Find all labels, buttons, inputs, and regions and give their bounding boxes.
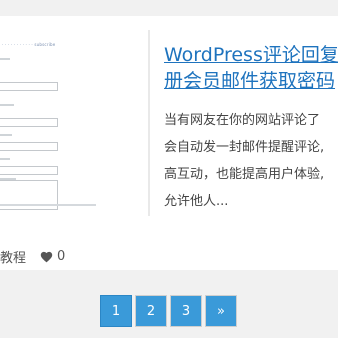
- thumbnail-field-label: [0, 58, 10, 60]
- post-title-link[interactable]: WordPress评论回复 册会员邮件获取密码: [164, 42, 338, 94]
- post-meta: 教程 0: [0, 247, 65, 266]
- pagination: 1 2 3 »: [100, 295, 240, 327]
- excerpt-line: 高互动，也能提高用户体验,: [164, 167, 325, 182]
- like-count: 0: [57, 249, 66, 264]
- page-button-3[interactable]: 3: [170, 295, 202, 327]
- page-button-1[interactable]: 1: [100, 295, 132, 327]
- post-title-line[interactable]: 册会员邮件获取密码: [164, 68, 338, 94]
- post-title-line[interactable]: WordPress评论回复: [164, 42, 338, 68]
- thumbnail-input: [0, 142, 58, 151]
- excerpt-line: 当有网友在你的网站评论了: [164, 113, 321, 128]
- page-button-2[interactable]: 2: [135, 295, 167, 327]
- thumbnail-field-label: [0, 104, 14, 106]
- thumbnail-input: [0, 82, 58, 91]
- post-thumbnail[interactable]: · · · · · · · · · · · subscribe: [0, 30, 150, 216]
- thumbnail-field-label: [0, 134, 12, 136]
- thumbnail-input: [0, 118, 58, 127]
- thumbnail-hint-line: [0, 204, 96, 206]
- next-page-button[interactable]: »: [205, 295, 237, 327]
- heart-icon[interactable]: [40, 251, 53, 263]
- post-category-link[interactable]: 教程: [0, 247, 26, 266]
- excerpt-line: 会自动发一封邮件提醒评论,: [164, 140, 325, 155]
- thumbnail-input: [0, 166, 58, 175]
- thumbnail-edge: [148, 30, 150, 216]
- thumbnail-field-label: [0, 158, 10, 160]
- excerpt-line: 允许他人...: [164, 194, 229, 209]
- post-card: · · · · · · · · · · · subscribe WordPres…: [0, 16, 338, 270]
- post-excerpt: 当有网友在你的网站评论了 会自动发一封邮件提醒评论, 高互动，也能提高用户体验,…: [164, 107, 338, 215]
- thumbnail-heading: · · · · · · · · · · · subscribe: [2, 42, 56, 47]
